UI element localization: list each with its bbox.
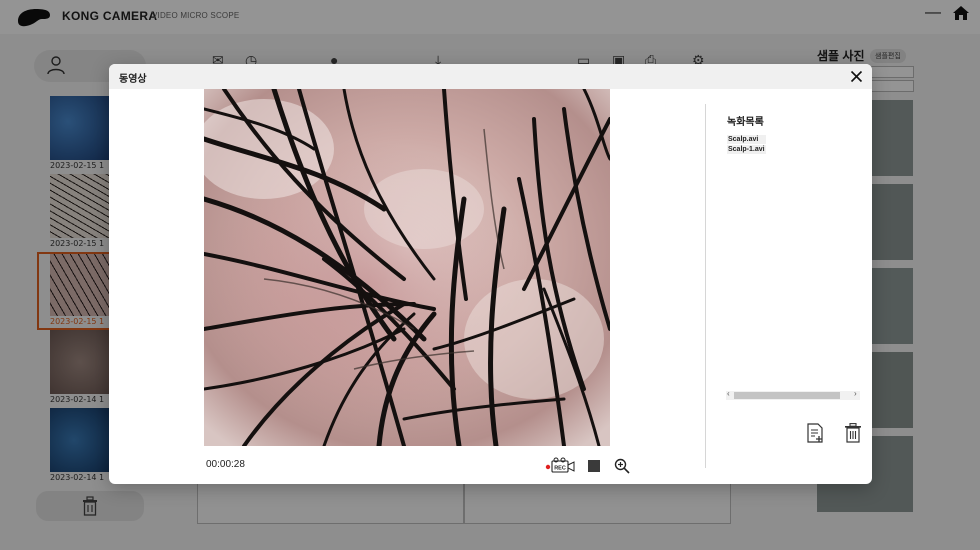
scalp-microscope-image <box>204 89 610 446</box>
stop-icon[interactable] <box>588 460 600 472</box>
dialog-title: 동영상 <box>119 74 147 85</box>
recording-item[interactable]: Scalp-1.avi <box>727 145 766 154</box>
close-icon[interactable] <box>850 70 863 83</box>
video-preview[interactable] <box>204 89 610 446</box>
video-timecode: 00:00:28 <box>206 459 245 470</box>
rec-label: REC <box>554 466 566 472</box>
add-document-icon[interactable] <box>806 423 824 443</box>
dialog-header: 동영상 <box>109 64 872 89</box>
recording-item[interactable]: Scalp.avi <box>727 135 766 144</box>
recording-list-scrollbar[interactable]: ‹ › <box>726 389 860 400</box>
recording-list-title: 녹화목록 <box>727 117 764 128</box>
trash-icon[interactable] <box>844 423 862 443</box>
scroll-left-arrow-icon[interactable]: ‹ <box>727 389 730 398</box>
zoom-in-icon[interactable] <box>614 458 630 474</box>
record-camera-icon[interactable]: REC <box>545 457 575 474</box>
panel-divider <box>705 104 706 468</box>
recording-list: Scalp.avi Scalp-1.avi <box>727 135 766 155</box>
scroll-right-arrow-icon[interactable]: › <box>854 389 857 398</box>
scrollbar-thumb[interactable] <box>734 392 840 399</box>
video-dialog: 동영상 00:00:28 REC 녹화목록 Scalp.avi Scalp-1.… <box>109 64 872 484</box>
